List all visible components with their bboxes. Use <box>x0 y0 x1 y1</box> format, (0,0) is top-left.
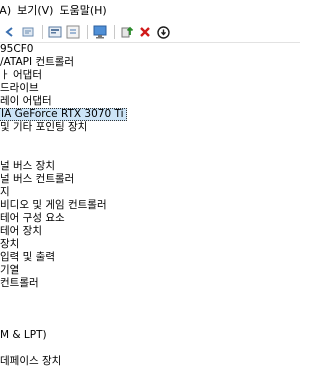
tree-item[interactable]: 지 <box>0 186 300 199</box>
tree-item-label: ㅏ 어댑터 <box>0 69 42 81</box>
tree-item[interactable]: 장치 <box>0 238 300 251</box>
tree-item-label: 입력 및 출력 <box>0 251 55 263</box>
tree-item[interactable]: 기열 <box>0 264 300 277</box>
tree-item[interactable]: 테어 장치 <box>0 225 300 238</box>
tree-item[interactable]: /ATAPI 컨트롤러 <box>0 56 300 69</box>
tree-item-label: 테어 장치 <box>0 225 42 237</box>
toolbar <box>0 22 300 43</box>
tree-item[interactable]: ㅏ 어댑터 <box>0 69 300 82</box>
tree-item-label: 기열 <box>0 264 20 276</box>
toolbar-separator <box>42 25 43 39</box>
tree-item[interactable]: 95CF0 <box>0 43 300 56</box>
back-icon[interactable] <box>2 24 18 40</box>
tree-item-label: 비디오 및 게임 컨트롤러 <box>0 199 107 211</box>
tree-item-label: 및 기타 포인팅 장치 <box>0 121 88 133</box>
tree-item[interactable]: 드라이브 <box>0 82 300 95</box>
tree-item-label: /ATAPI 컨트롤러 <box>0 56 75 68</box>
tree-item[interactable] <box>0 342 300 355</box>
tree-item[interactable] <box>0 147 300 160</box>
tree-item[interactable] <box>0 303 300 316</box>
tree-item-label: 드라이브 <box>0 82 39 94</box>
tree-item-label: 널 버스 장치 <box>0 160 55 172</box>
tree-item[interactable]: 널 버스 장치 <box>0 160 300 173</box>
tree-item-label: 테어 구성 요소 <box>0 212 65 224</box>
tree-item[interactable]: 널 버스 컨트롤러 <box>0 173 300 186</box>
menu-help[interactable]: 도움말(H) <box>56 0 109 22</box>
tree-item[interactable]: 레이 어댑터 <box>0 95 300 108</box>
menu-view[interactable]: 보기(V) <box>14 0 56 22</box>
help-icon[interactable] <box>65 24 81 40</box>
tree-item-label: 널 버스 컨트롤러 <box>0 173 75 185</box>
device-tree[interactable]: 95CF0 /ATAPI 컨트롤러 ㅏ 어댑터 드라이브 레이 어댑터 IA G… <box>0 43 300 381</box>
disable-icon[interactable] <box>155 24 171 40</box>
tree-item[interactable]: 테어 구성 요소 <box>0 212 300 225</box>
tree-item-label: 장치 <box>0 238 20 250</box>
tree-item-label: M & LPT) <box>0 329 47 341</box>
toolbar-separator <box>87 25 88 39</box>
tree-item[interactable]: 컨트롤러 <box>0 277 300 290</box>
uninstall-icon[interactable] <box>137 24 153 40</box>
toolbar-separator <box>114 25 115 39</box>
tree-item[interactable] <box>0 316 300 329</box>
tree-item[interactable] <box>0 134 300 147</box>
tree-item-selected[interactable]: IA GeForce RTX 3070 Ti <box>0 108 300 121</box>
tree-item[interactable]: 비디오 및 게임 컨트롤러 <box>0 199 300 212</box>
tree-item-label: IA GeForce RTX 3070 Ti <box>0 108 127 121</box>
tree-item[interactable]: 및 기타 포인팅 장치 <box>0 121 300 134</box>
forward-icon[interactable] <box>20 24 36 40</box>
tree-item-label: 데페이스 장치 <box>0 355 62 367</box>
tree-item-label: 95CF0 <box>0 43 34 55</box>
menu-bar: (A) 보기(V) 도움말(H) <box>0 0 300 22</box>
menu-action[interactable]: (A) <box>0 0 14 22</box>
tree-item-label: 레이 어댑터 <box>0 95 52 107</box>
tree-item-label: 지 <box>0 186 10 198</box>
tree-item[interactable]: 데페이스 장치 <box>0 355 300 368</box>
tree-item[interactable] <box>0 290 300 303</box>
scan-icon[interactable] <box>92 24 108 40</box>
tree-item-label: 컨트롤러 <box>0 277 39 289</box>
properties-icon[interactable] <box>47 24 63 40</box>
tree-item[interactable] <box>0 368 300 381</box>
tree-item[interactable]: M & LPT) <box>0 329 300 342</box>
update-driver-icon[interactable] <box>119 24 135 40</box>
tree-item[interactable]: 입력 및 출력 <box>0 251 300 264</box>
